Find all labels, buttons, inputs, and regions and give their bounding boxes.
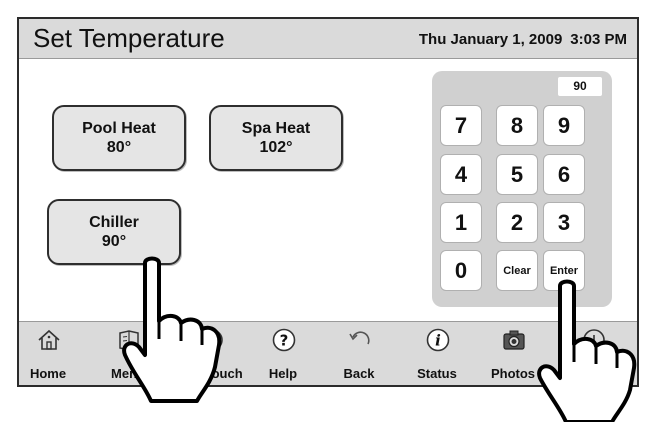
keypad-display: 90	[558, 77, 602, 96]
pointing-hand-icon	[122, 256, 222, 403]
zone-name: Spa Heat	[241, 120, 311, 137]
key-5[interactable]: 5	[496, 154, 538, 195]
key-9[interactable]: 9	[543, 105, 585, 146]
svg-text:?: ?	[280, 332, 289, 350]
nav-home[interactable]: Home	[19, 322, 85, 385]
pointing-hand-icon	[537, 279, 637, 422]
home-icon	[38, 329, 60, 350]
key-6[interactable]: 6	[543, 154, 585, 195]
nav-label: Status	[417, 366, 457, 381]
svg-text:i: i	[435, 332, 441, 350]
key-2[interactable]: 2	[496, 202, 538, 243]
zone-name: Chiller	[89, 214, 139, 231]
title-bar: Set Temperature Thu January 1, 2009 3:03 …	[19, 19, 637, 59]
key-3[interactable]: 3	[543, 202, 585, 243]
zone-temp: 102°	[259, 139, 293, 156]
time-text: 3:03 PM	[570, 31, 627, 48]
help-icon: ?	[272, 328, 296, 352]
nav-label: Back	[343, 366, 375, 381]
nav-back[interactable]: Back	[322, 322, 396, 385]
zone-temp: 90°	[101, 233, 127, 250]
nav-label: Help	[268, 366, 298, 381]
nav-help[interactable]: ? Help	[246, 322, 320, 385]
key-0[interactable]: 0	[440, 250, 482, 291]
nav-label: Home	[29, 366, 67, 381]
nav-status[interactable]: i Status	[400, 322, 474, 385]
key-1[interactable]: 1	[440, 202, 482, 243]
key-7[interactable]: 7	[440, 105, 482, 146]
zone-name: Pool Heat	[82, 120, 156, 137]
date-time: Thu January 1, 2009 3:03 PM	[419, 31, 627, 48]
key-4[interactable]: 4	[440, 154, 482, 195]
spa-heat-button[interactable]: Spa Heat 102°	[209, 105, 343, 171]
pool-heat-button[interactable]: Pool Heat 80°	[52, 105, 186, 171]
page-title: Set Temperature	[33, 23, 225, 53]
date-text: Thu January 1, 2009	[418, 31, 563, 48]
status-icon: i	[426, 328, 450, 352]
numeric-keypad: 90 7 8 9 4 5 6 1 2 3 0 Clear Enter	[432, 71, 612, 307]
back-icon	[349, 331, 370, 345]
camera-icon	[503, 330, 525, 350]
zone-temp: 80°	[106, 139, 132, 156]
key-8[interactable]: 8	[496, 105, 538, 146]
